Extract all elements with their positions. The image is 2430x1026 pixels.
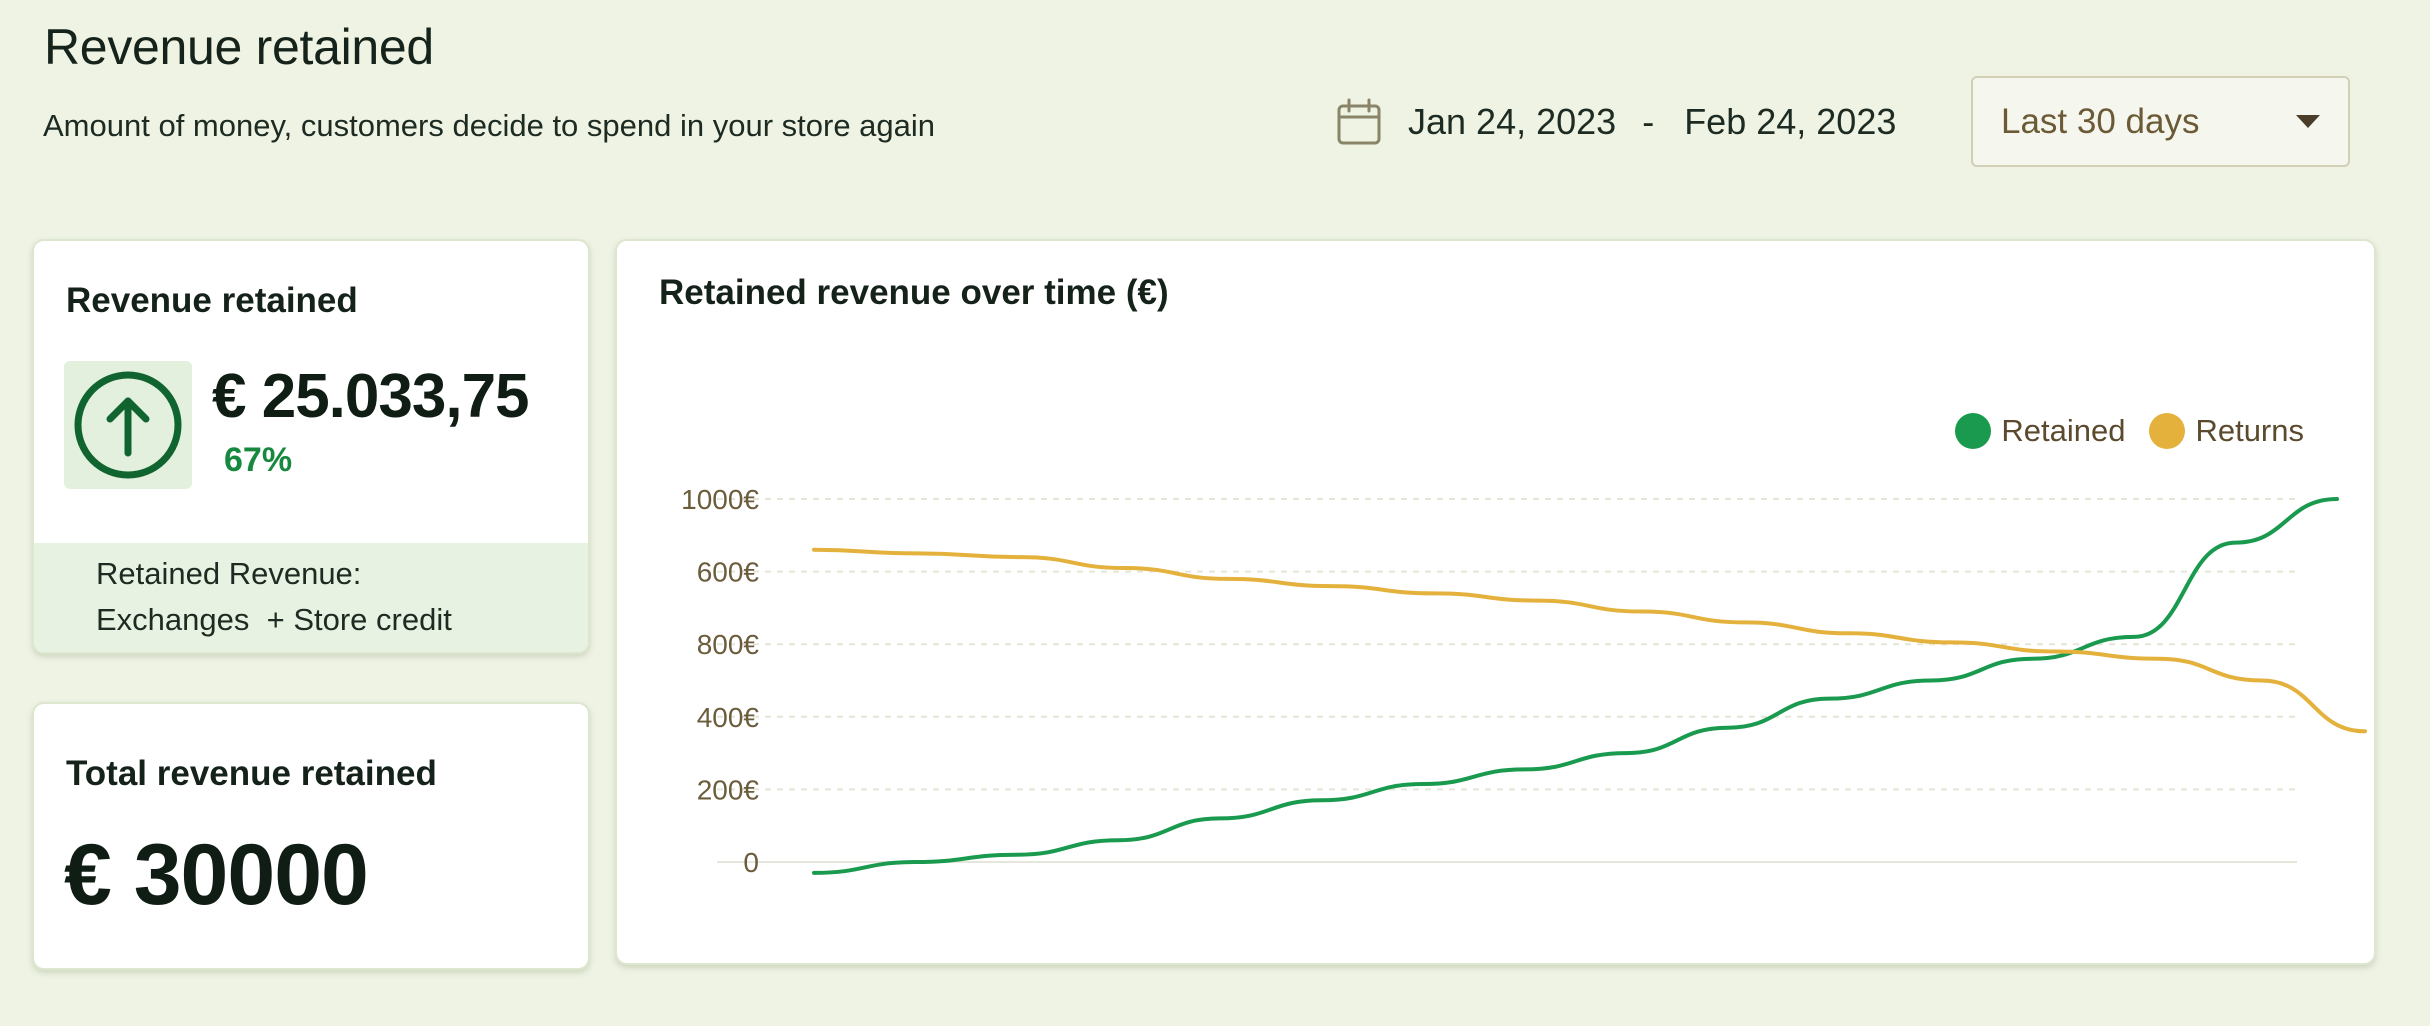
date-start: Jan 24, 2023: [1408, 101, 1617, 142]
date-separator: -: [1642, 101, 1655, 142]
total-revenue-card: Total revenue retained € 30000: [32, 702, 590, 970]
chevron-down-icon: [2296, 114, 2320, 128]
total-amount: € 30000: [64, 827, 369, 923]
card-heading: Revenue retained: [66, 281, 358, 320]
arrow-up-badge: [64, 361, 192, 489]
series-line-retained[interactable]: [812, 497, 2339, 875]
range-select-value: Last 30 days: [2001, 101, 2200, 141]
arrow-up-circle-icon: [74, 371, 182, 479]
revenue-retained-card: Revenue retained € 25.033,75 67% Retaine…: [32, 239, 590, 654]
footer-line: Exchanges + Store credit: [96, 602, 452, 637]
y-tick-label: 800€: [697, 629, 760, 660]
y-tick-label: 600€: [697, 557, 760, 588]
card-footer: Retained Revenue: Exchanges + Store cred…: [34, 543, 588, 652]
y-tick-label: 1000€: [681, 484, 759, 515]
line-chart: 1000€ 600€ 800€ 400€ 200€ 0: [681, 484, 2367, 878]
footer-line: Retained Revenue:: [96, 556, 362, 591]
y-tick-label: 200€: [697, 774, 760, 805]
date-end: Feb 24, 2023: [1684, 101, 1897, 142]
page-subtitle: Amount of money, customers decide to spe…: [43, 108, 936, 143]
calendar-icon: [1337, 98, 1381, 145]
series-line-returns[interactable]: [812, 547, 2367, 734]
date-range[interactable]: Jan 24, 2023 - Feb 24, 2023: [1336, 96, 1896, 148]
chart-card: Retained revenue over time (€) Retained …: [615, 239, 2376, 965]
range-select[interactable]: Last 30 days: [1971, 76, 2350, 167]
retained-amount: € 25.033,75: [212, 362, 530, 431]
card-heading: Total revenue retained: [66, 754, 437, 793]
y-tick-label: 0: [743, 847, 759, 878]
page-title: Revenue retained: [44, 19, 434, 75]
y-tick-label: 400€: [697, 702, 760, 733]
retained-percent: 67%: [224, 441, 293, 479]
